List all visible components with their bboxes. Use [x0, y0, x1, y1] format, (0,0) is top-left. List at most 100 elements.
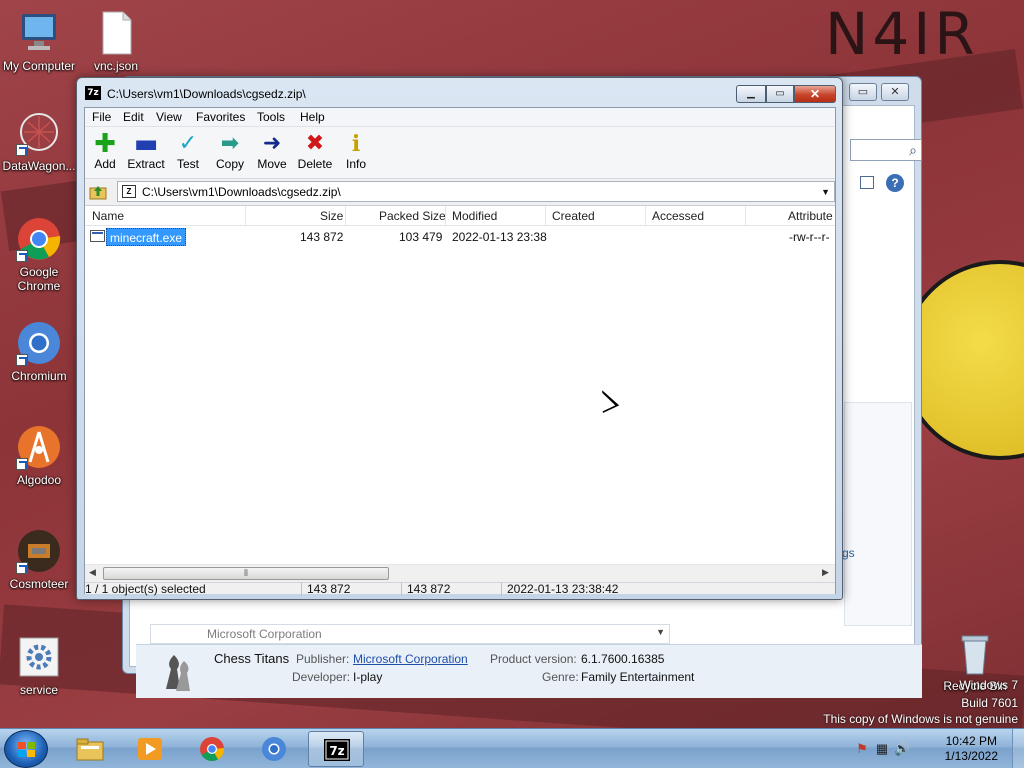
extract-button[interactable]: ▬ Extract — [123, 131, 169, 171]
desktop-icon-cosmoteer[interactable]: Cosmoteer — [0, 528, 78, 591]
datawagon-icon — [16, 110, 62, 156]
move-button[interactable]: ➜ Move — [249, 131, 295, 171]
address-bar: Z C:\Users\vm1\Downloads\cgsedz.zip\ ▼ — [85, 180, 835, 204]
show-desktop-button[interactable] — [1012, 729, 1024, 768]
chromium-icon — [16, 320, 62, 366]
taskbar-chrome[interactable] — [184, 731, 240, 767]
copy-button[interactable]: ➡ Copy — [207, 131, 253, 171]
toolbar: ✚ Add ▬ Extract ✓ Test ➡ Copy ➜ Move ✖ D… — [85, 127, 835, 179]
bg-search-input[interactable]: ⌕ — [850, 139, 922, 161]
sevenzip-window[interactable]: 7z C:\Users\vm1\Downloads\cgsedz.zip\ ▁ … — [76, 77, 843, 600]
network-icon[interactable]: ▦ — [874, 741, 890, 757]
media-player-icon — [136, 736, 164, 762]
bg-maximize-button[interactable]: ▭ — [849, 83, 877, 101]
close-button[interactable]: ✕ — [794, 85, 836, 103]
folder-up-icon[interactable] — [89, 183, 107, 201]
column-separator[interactable] — [245, 206, 246, 226]
file-list[interactable]: Name Size Packed Size Modified Created A… — [85, 205, 835, 581]
watermark-line2: Build 7601 — [961, 696, 1018, 710]
desktop-icon-label: Chromium — [11, 369, 67, 383]
maximize-button[interactable]: ▭ — [766, 85, 794, 103]
bg-row-text: Microsoft Corporation — [207, 627, 322, 641]
column-name[interactable]: Name — [92, 209, 124, 223]
clock[interactable]: 10:42 PM 1/13/2022 — [945, 734, 998, 764]
shortcut-arrow-icon — [16, 562, 28, 574]
taskbar-explorer[interactable] — [62, 731, 118, 767]
desktop-icon-google-chrome[interactable]: Google Chrome — [0, 216, 78, 293]
chromium-icon — [260, 736, 288, 762]
menu-view[interactable]: View — [156, 110, 182, 124]
scroll-thumb[interactable]: ⦀ — [103, 567, 389, 580]
status-separator — [301, 582, 302, 596]
search-icon: ⌕ — [909, 142, 917, 158]
preview-pane-icon[interactable] — [860, 176, 874, 189]
bg-close-button[interactable]: ✕ — [881, 83, 909, 101]
windows-logo-icon — [18, 742, 36, 758]
column-separator[interactable] — [645, 206, 646, 226]
menu-help[interactable]: Help — [300, 110, 325, 124]
table-row[interactable]: minecraft.exe 143 872 103 479 2022-01-13… — [85, 228, 835, 246]
info-button[interactable]: i Info — [333, 131, 379, 171]
desktop-icon-service[interactable]: service — [0, 634, 78, 697]
double-arrow-icon: ➡ — [220, 131, 240, 156]
column-created[interactable]: Created — [552, 209, 595, 223]
help-icon[interactable]: ? — [886, 174, 904, 192]
bg-side-link[interactable]: gs — [842, 546, 855, 560]
recycle-bin-icon — [952, 630, 998, 676]
chevron-down-icon[interactable]: ▼ — [821, 187, 830, 197]
bg-dropdown-row[interactable]: Microsoft Corporation ▼ — [150, 624, 670, 644]
menu-edit[interactable]: Edit — [123, 110, 144, 124]
file-name-selected[interactable]: minecraft.exe — [106, 228, 187, 246]
bg-side-panel — [844, 402, 912, 626]
menu-bar: File Edit View Favorites Tools Help — [85, 108, 835, 127]
desktop-icon-chromium[interactable]: Chromium — [0, 320, 78, 383]
scroll-left-icon[interactable]: ◀ — [89, 567, 96, 578]
desktop-icon-label: Algodoo — [16, 473, 62, 487]
desktop-icon-label: Google Chrome — [17, 265, 61, 293]
column-modified[interactable]: Modified — [452, 209, 497, 223]
desktop-icon-my-computer[interactable]: My Computer — [0, 10, 78, 73]
test-button[interactable]: ✓ Test — [165, 131, 211, 171]
column-attribute[interactable]: Attribute — [788, 209, 833, 223]
add-button[interactable]: ✚ Add — [82, 131, 128, 171]
publisher-link[interactable]: Microsoft Corporation — [353, 652, 468, 666]
extract-label: Extract — [127, 157, 165, 171]
column-separator[interactable] — [545, 206, 546, 226]
sevenzip-icon: 7z — [323, 737, 351, 763]
minus-icon: ▬ — [133, 129, 159, 159]
computer-icon — [16, 10, 62, 56]
chevron-down-icon: ▼ — [656, 627, 665, 637]
scroll-right-icon[interactable]: ▶ — [822, 567, 829, 578]
action-center-icon[interactable]: ⚑ — [854, 741, 870, 757]
horizontal-scrollbar[interactable]: ◀ ⦀ ▶ — [85, 564, 835, 581]
taskbar-7zip[interactable]: 7z — [308, 731, 364, 767]
title-bar[interactable]: 7z C:\Users\vm1\Downloads\cgsedz.zip\ ▁ … — [77, 78, 842, 108]
menu-tools[interactable]: Tools — [257, 110, 285, 124]
column-separator[interactable] — [745, 206, 746, 226]
file-attributes: -rw-r--r- — [789, 230, 830, 244]
delete-button[interactable]: ✖ Delete — [292, 131, 338, 171]
taskbar-chromium[interactable] — [246, 731, 302, 767]
column-separator[interactable] — [345, 206, 346, 226]
chrome-icon — [198, 736, 226, 762]
column-packed-size[interactable]: Packed Size — [379, 209, 446, 223]
start-button[interactable] — [4, 730, 48, 768]
taskbar-media-player[interactable] — [122, 731, 178, 767]
minimize-button[interactable]: ▁ — [736, 85, 766, 103]
address-input[interactable]: Z C:\Users\vm1\Downloads\cgsedz.zip\ ▼ — [117, 181, 835, 202]
desktop-icon-algodoo[interactable]: Algodoo — [0, 424, 78, 487]
menu-favorites[interactable]: Favorites — [196, 110, 245, 124]
column-accessed[interactable]: Accessed — [652, 209, 704, 223]
column-separator[interactable] — [445, 206, 446, 226]
desktop-icon-label: My Computer — [2, 59, 76, 73]
desktop-icon-vnc-json[interactable]: vnc.json — [77, 10, 155, 73]
volume-icon[interactable]: 🔊 — [894, 741, 910, 757]
publisher-label: Publisher: — [296, 652, 350, 666]
clock-date: 1/13/2022 — [944, 749, 998, 763]
menu-file[interactable]: File — [92, 110, 111, 124]
column-size[interactable]: Size — [320, 209, 343, 223]
wallpaper-text: N4IR — [825, 0, 979, 68]
desktop-icon-label: Cosmoteer — [9, 577, 69, 591]
version-value: 6.1.7600.16385 — [581, 652, 665, 666]
desktop-icon-datawagon[interactable]: DataWagon... — [0, 110, 78, 173]
